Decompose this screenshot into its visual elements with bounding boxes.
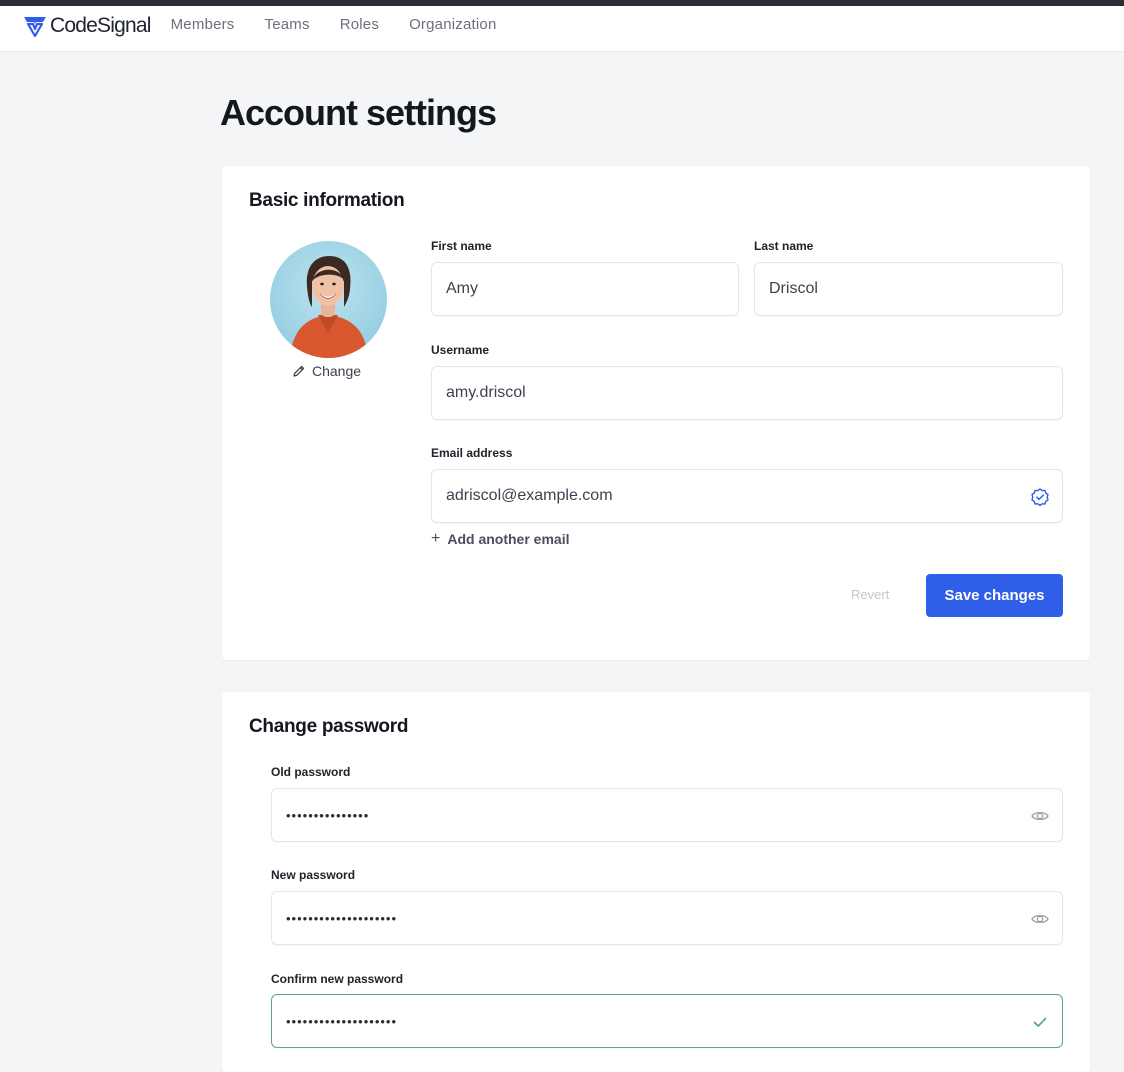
codesignal-logo-icon bbox=[24, 16, 46, 37]
avatar-image bbox=[270, 241, 387, 358]
confirm-password-label: Confirm new password bbox=[271, 972, 404, 986]
first-name-field[interactable] bbox=[431, 262, 739, 316]
last-name-field[interactable] bbox=[754, 262, 1063, 316]
top-navigation-bar: CodeSignal Members Teams Roles Organizat… bbox=[0, 6, 1124, 52]
codesignal-logo[interactable]: CodeSignal bbox=[23, 14, 151, 44]
email-input[interactable] bbox=[446, 487, 1062, 505]
username-label: Username bbox=[431, 343, 490, 357]
change-avatar-label: Change bbox=[312, 363, 362, 379]
add-another-email-link[interactable]: + Add another email bbox=[431, 530, 569, 548]
last-name-input[interactable] bbox=[769, 280, 1062, 298]
verified-badge-icon bbox=[1031, 488, 1049, 507]
new-password-field[interactable]: •••••••••••••••••••• bbox=[271, 891, 1063, 945]
confirm-password-field[interactable]: •••••••••••••••••••• bbox=[271, 994, 1063, 1048]
nav-teams[interactable]: Teams bbox=[265, 16, 310, 33]
add-another-email-label: Add another email bbox=[447, 531, 570, 547]
confirm-password-value: •••••••••••••••••••• bbox=[286, 1013, 398, 1029]
new-password-label: New password bbox=[271, 868, 356, 882]
plus-icon: + bbox=[431, 530, 441, 547]
revert-button[interactable]: Revert bbox=[851, 587, 889, 602]
change-password-title: Change password bbox=[249, 716, 409, 737]
nav-roles[interactable]: Roles bbox=[340, 16, 379, 33]
basic-information-card: Basic information Change First name Amy … bbox=[222, 166, 1090, 660]
old-password-label: Old password bbox=[271, 765, 351, 779]
pencil-icon bbox=[293, 365, 305, 377]
nav-organization[interactable]: Organization bbox=[409, 16, 496, 33]
page-title: Account settings bbox=[220, 92, 497, 133]
nav-members[interactable]: Members bbox=[171, 16, 235, 33]
save-changes-button[interactable]: Save changes bbox=[926, 574, 1063, 617]
old-password-value: ••••••••••••••• bbox=[286, 807, 370, 823]
avatar[interactable] bbox=[270, 241, 387, 358]
checkmark-icon bbox=[1033, 1017, 1047, 1027]
last-name-label: Last name bbox=[754, 239, 814, 253]
change-avatar-link[interactable]: Change bbox=[292, 363, 361, 379]
change-password-card: Change password Old password •••••••••••… bbox=[222, 692, 1090, 1072]
email-field[interactable] bbox=[431, 469, 1063, 523]
eye-icon[interactable] bbox=[1030, 806, 1050, 826]
nav-links: Members Teams Roles Organization bbox=[171, 16, 527, 33]
logo-text: CodeSignal bbox=[50, 13, 151, 37]
first-name-input[interactable] bbox=[446, 280, 738, 298]
basic-information-title: Basic information bbox=[249, 190, 405, 211]
old-password-field[interactable]: ••••••••••••••• bbox=[271, 788, 1063, 842]
username-field[interactable] bbox=[431, 366, 1063, 420]
first-name-label: First name bbox=[431, 239, 492, 253]
eye-icon[interactable] bbox=[1030, 909, 1050, 929]
email-label: Email address bbox=[431, 446, 513, 460]
new-password-value: •••••••••••••••••••• bbox=[286, 910, 398, 926]
username-input[interactable] bbox=[446, 384, 1062, 402]
